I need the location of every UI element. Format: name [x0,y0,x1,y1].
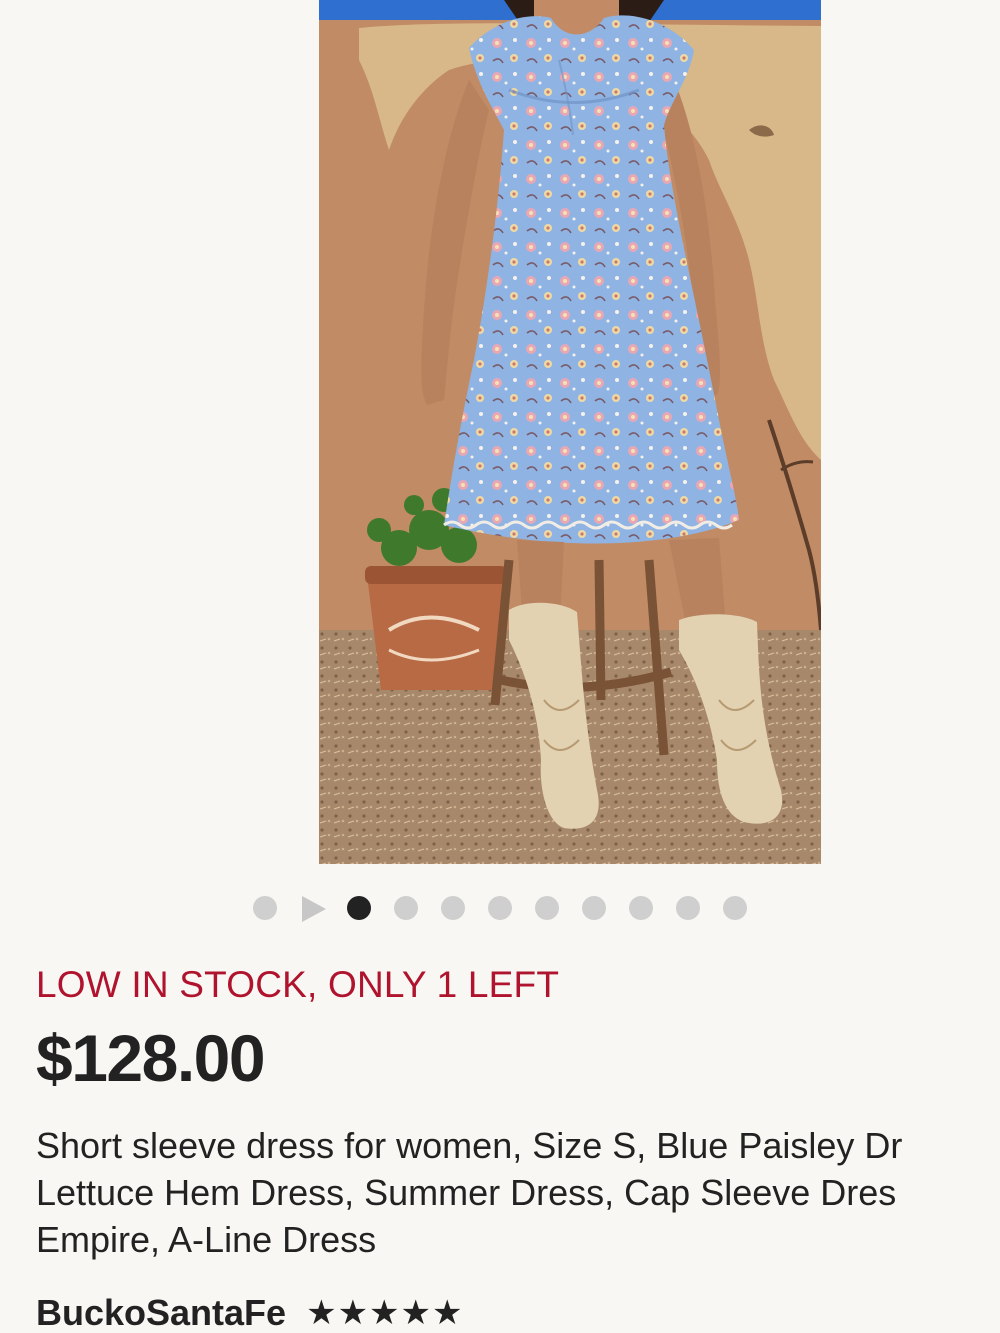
star-icon: ★ [432,1294,463,1332]
shop-name-link[interactable]: BuckoSantaFe [36,1292,286,1333]
star-icon: ★ [306,1294,337,1332]
listing-title-line: Lettuce Hem Dress, Summer Dress, Cap Sle… [36,1172,897,1213]
carousel-dot[interactable] [488,896,512,920]
carousel-dot[interactable] [394,896,418,920]
product-image[interactable] [319,0,821,864]
listing-title: Short sleeve dress for women, Size S, Bl… [36,1122,1000,1263]
carousel-indicators [0,893,1000,923]
carousel-dot[interactable] [441,896,465,920]
carousel-dot[interactable] [582,896,606,920]
carousel-dot[interactable] [535,896,559,920]
star-icon: ★ [400,1294,432,1332]
carousel-dot[interactable] [676,896,700,920]
star-rating[interactable]: ★ ★ ★ ★ ★ [306,1296,463,1330]
listing-title-line: Short sleeve dress for women, Size S, Bl… [36,1125,903,1166]
listing-page: LOW IN STOCK, ONLY 1 LEFT $128.00 Short … [0,0,1000,1333]
star-icon: ★ [337,1294,369,1332]
price: $128.00 [36,1021,266,1095]
carousel-dot[interactable] [723,896,747,920]
play-icon[interactable] [300,896,326,922]
shop-info: BuckoSantaFe ★ ★ ★ ★ ★ [36,1290,464,1333]
listing-title-line: Empire, A-Line Dress [36,1219,377,1260]
carousel-dot-active[interactable] [347,896,371,920]
carousel-dot[interactable] [253,896,277,920]
star-icon: ★ [369,1294,400,1332]
stock-notice: LOW IN STOCK, ONLY 1 LEFT [36,964,560,1005]
carousel-dot[interactable] [629,896,653,920]
